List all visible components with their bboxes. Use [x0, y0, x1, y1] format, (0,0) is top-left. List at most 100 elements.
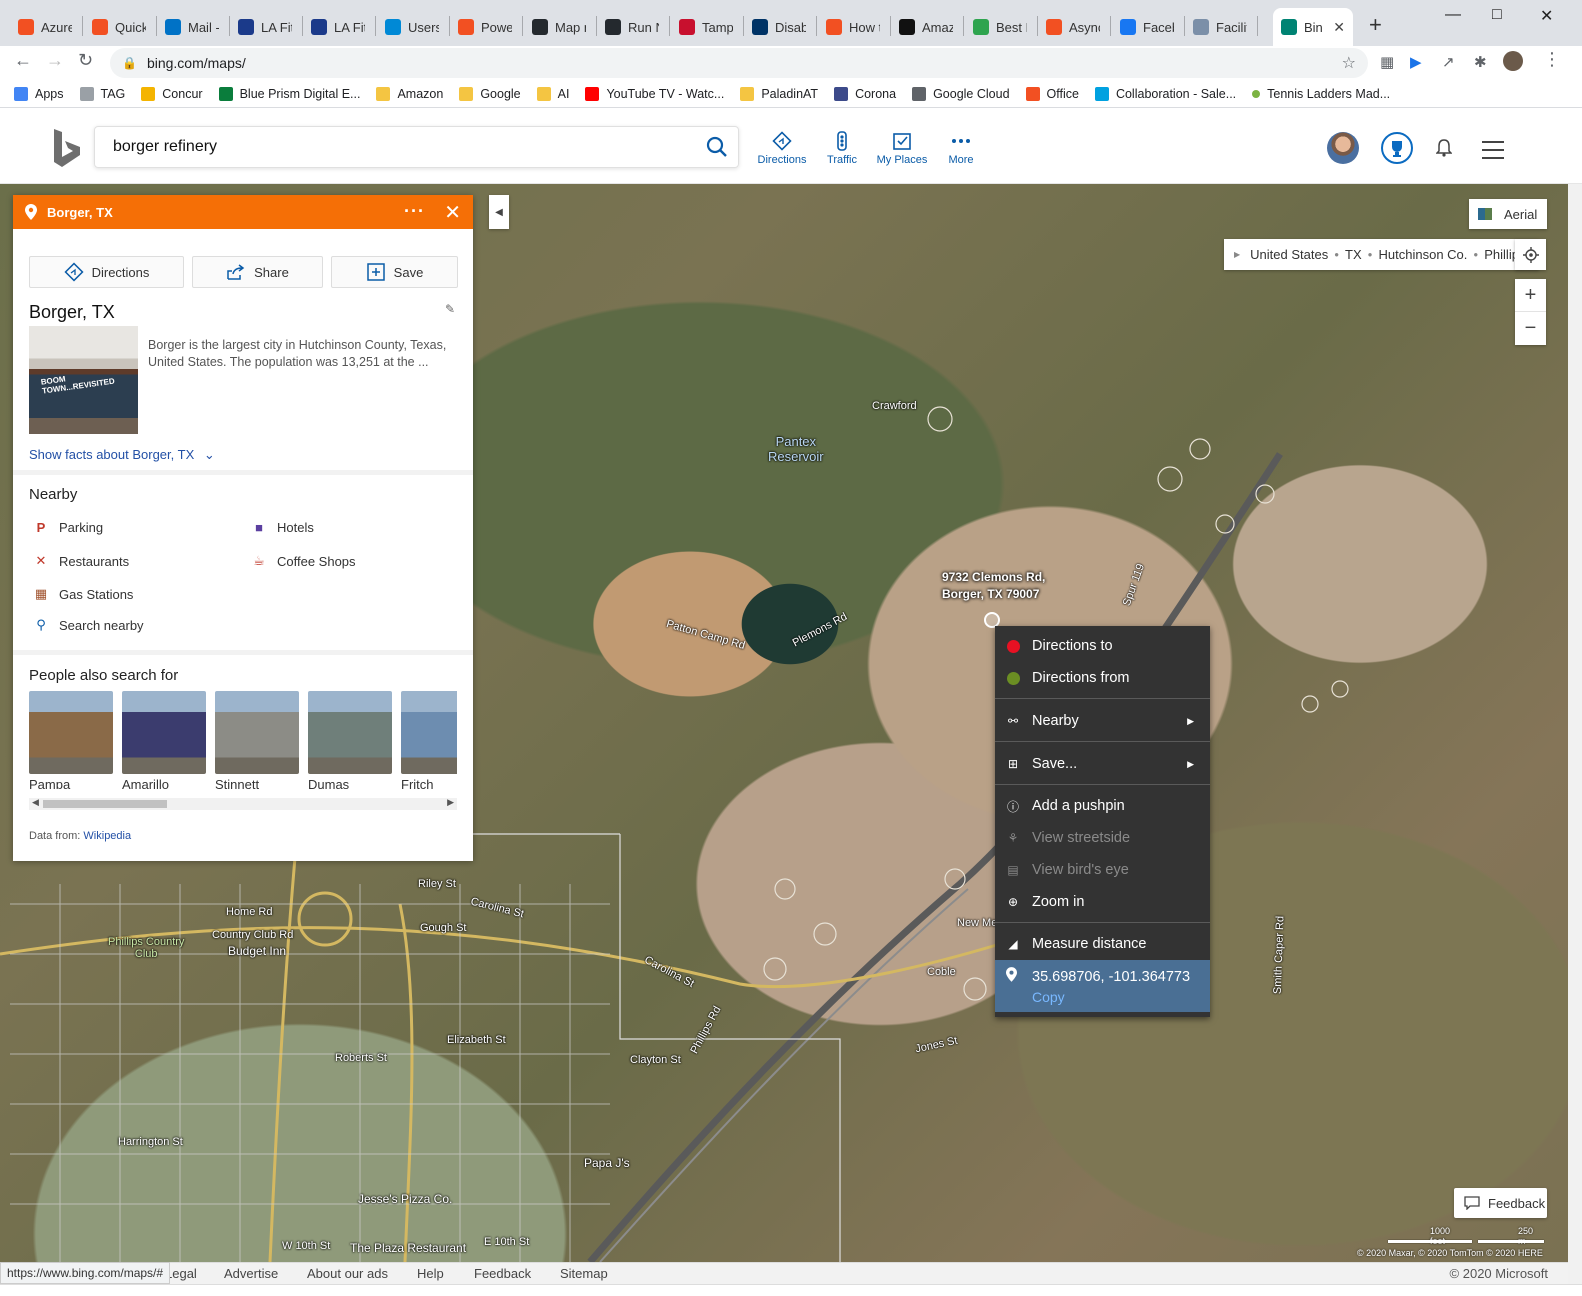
breadcrumb-expand-icon[interactable]: ▶ — [1234, 250, 1240, 259]
browser-tab[interactable]: Tampa — [671, 8, 741, 46]
page-scrollbar[interactable] — [1568, 184, 1582, 1284]
profile-avatar[interactable] — [1503, 51, 1523, 71]
browser-tab[interactable]: Mail - — [157, 8, 227, 46]
bookmark-concur[interactable]: Concur — [141, 86, 203, 101]
save-button[interactable]: Save — [331, 256, 458, 288]
bookmark-ms[interactable]: Office — [1025, 86, 1079, 101]
bookmark-dot[interactable]: Tennis Ladders Mad... — [1252, 87, 1390, 101]
related-place-card[interactable]: Dumas — [308, 691, 392, 789]
extension-link-icon[interactable]: ↗ — [1442, 53, 1455, 71]
bookmark-folder[interactable]: AI — [536, 86, 569, 101]
bookmark-folder[interactable]: PaladinAT — [740, 86, 818, 101]
zoom-out-icon[interactable]: − — [1515, 312, 1546, 345]
new-tab-icon[interactable]: + — [1369, 12, 1382, 38]
tab-close-icon[interactable]: ✕ — [1333, 19, 1345, 36]
browser-menu-icon[interactable]: ⋮ — [1543, 49, 1561, 70]
breadcrumb-item[interactable]: TX — [1345, 247, 1362, 262]
search-input[interactable] — [113, 138, 693, 156]
related-place-card[interactable]: Amarillo — [122, 691, 206, 789]
extensions-puzzle-icon[interactable]: ✱ — [1474, 53, 1487, 71]
share-button[interactable]: Share — [192, 256, 323, 288]
bookmark-youtube[interactable]: YouTube TV - Watc... — [585, 86, 724, 101]
more-tool[interactable]: More — [931, 131, 991, 166]
menu-view-streetside[interactable]: ⚘ View streetside — [995, 822, 1210, 854]
browser-tab[interactable]: Facility — [1185, 8, 1255, 46]
nearby-coffee-shops[interactable]: ☕ Coffee Shops — [251, 553, 355, 569]
bookmark-cloud[interactable]: Collaboration - Sale... — [1094, 86, 1236, 101]
bookmark-doc[interactable]: TAG — [79, 86, 125, 101]
rewards-trophy-icon[interactable] — [1381, 132, 1413, 164]
related-place-card[interactable]: Fritch — [401, 691, 457, 789]
browser-tab[interactable]: Best E — [965, 8, 1035, 46]
show-facts-link[interactable]: Show facts about Borger, TX ⌄ — [29, 447, 215, 463]
browser-tab[interactable]: Disabi — [744, 8, 814, 46]
bing-logo[interactable] — [52, 129, 82, 167]
map-style-button[interactable]: Aerial — [1469, 199, 1547, 229]
more-options-icon[interactable]: ··· — [404, 201, 425, 222]
menu-directions-from[interactable]: Directions from — [995, 662, 1210, 694]
related-place-card[interactable]: Pampa — [29, 691, 113, 789]
directions-button[interactable]: Directions — [29, 256, 184, 288]
feedback-button[interactable]: Feedback — [1454, 1188, 1547, 1218]
nearby-restaurants[interactable]: ✕ Restaurants — [33, 553, 130, 569]
search-icon[interactable] — [706, 136, 728, 158]
browser-tab[interactable]: Amazo — [891, 8, 961, 46]
browser-tab[interactable]: Power — [450, 8, 520, 46]
reload-icon[interactable]: ↻ — [78, 50, 93, 71]
menu-add-pushpin[interactable]: ⓘ Add a pushpin — [995, 790, 1210, 822]
breadcrumb-item[interactable]: Hutchinson Co. — [1379, 247, 1468, 262]
browser-tab[interactable]: LA Fitn — [230, 8, 300, 46]
notifications-bell-icon[interactable] — [1436, 139, 1452, 157]
user-avatar[interactable] — [1327, 132, 1359, 164]
scroll-right-icon[interactable]: ▶ — [447, 797, 454, 808]
breadcrumb-item[interactable]: United States — [1250, 247, 1328, 262]
maximize-icon[interactable]: □ — [1492, 6, 1502, 24]
wikipedia-link[interactable]: Wikipedia — [83, 830, 131, 842]
extension-doc-icon[interactable]: ▦ — [1380, 53, 1394, 71]
bookmark-star-icon[interactable]: ☆ — [1342, 53, 1356, 73]
copy-coordinates-link[interactable]: Copy — [1032, 989, 1210, 1005]
my-places-tool[interactable]: My Places — [872, 131, 932, 166]
browser-tab[interactable]: Map n — [524, 8, 594, 46]
close-icon[interactable]: ✕ — [444, 200, 461, 225]
browser-tab[interactable]: Facebo — [1112, 8, 1182, 46]
bookmark-shield[interactable]: Corona — [834, 86, 896, 101]
related-place-card[interactable]: Stinnett — [215, 691, 299, 789]
search-nearby[interactable]: ⚲ Search nearby — [33, 617, 143, 633]
menu-view-birdseye[interactable]: ▤ View bird's eye — [995, 854, 1210, 886]
search-box[interactable] — [94, 126, 739, 168]
carousel-scroll-thumb[interactable] — [43, 800, 167, 808]
footer-link-help[interactable]: Help — [417, 1266, 444, 1281]
hamburger-menu-icon[interactable] — [1482, 141, 1504, 165]
traffic-tool[interactable]: Traffic — [812, 131, 872, 166]
edit-pencil-icon[interactable]: ✎ — [445, 302, 455, 316]
footer-link-advertise[interactable]: Advertise — [224, 1266, 278, 1281]
browser-tab[interactable]: Quicks — [84, 8, 154, 46]
bookmark-bp[interactable]: Blue Prism Digital E... — [218, 86, 360, 101]
collapse-panel-button[interactable]: ◀ — [489, 195, 509, 229]
browser-tab[interactable]: How to — [818, 8, 888, 46]
bookmark-apps[interactable]: Apps — [14, 86, 64, 101]
bookmark-folder[interactable]: Amazon — [376, 86, 443, 101]
browser-tab[interactable]: Bin ✕ — [1273, 8, 1353, 46]
nearby-parking[interactable]: P Parking — [33, 520, 103, 535]
back-icon[interactable]: ← — [14, 50, 32, 71]
zoom-in-icon[interactable]: + — [1515, 279, 1546, 312]
address-bar[interactable]: 🔒 bing.com/maps/ ☆ — [110, 48, 1368, 78]
carousel-scrollbar[interactable]: ◀ ▶ — [29, 797, 457, 810]
browser-tab[interactable]: Run N — [597, 8, 667, 46]
browser-tab[interactable]: Azure — [10, 8, 80, 46]
bookmark-gear[interactable]: Google Cloud — [912, 86, 1010, 101]
footer-link-feedback[interactable]: Feedback — [474, 1266, 531, 1281]
menu-nearby[interactable]: ⚯ Nearby ▶ — [995, 705, 1210, 737]
forward-icon[interactable]: → — [46, 50, 64, 71]
scroll-left-icon[interactable]: ◀ — [32, 797, 39, 808]
nearby-gas-stations[interactable]: ▦ Gas Stations — [33, 586, 134, 602]
window-close-icon[interactable]: ✕ — [1540, 6, 1553, 26]
menu-directions-to[interactable]: Directions to — [995, 630, 1210, 662]
directions-tool[interactable]: Directions — [752, 131, 812, 166]
footer-link-sitemap[interactable]: Sitemap — [560, 1266, 608, 1281]
menu-save[interactable]: ⊞ Save... ▶ — [995, 748, 1210, 780]
menu-zoom-in[interactable]: ⊕ Zoom in — [995, 886, 1210, 918]
bookmark-folder[interactable]: Google — [459, 86, 521, 101]
